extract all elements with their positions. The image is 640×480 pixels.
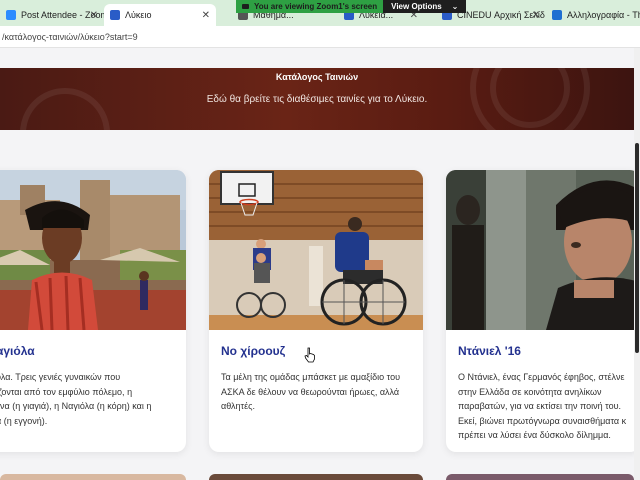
close-tab-icon[interactable]: ✕ — [90, 10, 98, 21]
description-line: α (η εγγονή). — [0, 415, 48, 426]
tab-mail[interactable]: Αλληλογραφία - Theo — [546, 4, 640, 26]
film-poster-nagiola — [0, 170, 186, 330]
close-tab-icon[interactable]: ✕ — [202, 10, 210, 21]
page-title: Κατάλογος Ταινιών — [275, 72, 359, 82]
zoom-status: You are viewing Zoom1's screen — [236, 0, 384, 13]
tab-lykeio[interactable]: Λύκειο ✕ — [104, 4, 216, 26]
film-description: όλα. Τρεις γενιές γυναικών που ίζονται α… — [0, 370, 186, 428]
hand-pointer-icon — [304, 347, 315, 363]
description-line: πρέπει να λύσει ένα δύσκολο δίλημμα. — [458, 430, 611, 440]
film-card-next-row[interactable] — [446, 474, 634, 480]
film-card-next-row[interactable] — [0, 474, 186, 480]
film-poster-no-heroes — [209, 170, 423, 330]
view-options-label: View Options — [391, 2, 442, 11]
description-line: ΑΣΚΑ δε θέλουν να θεωρούνται ήρωες, αλλά — [221, 386, 400, 397]
film-card-nagiola[interactable]: αγιόλα όλα. Τρεις γενιές γυναικών που ίζ… — [0, 170, 186, 452]
url-text: /κατάλογος-ταινιών/λύκειο?start=9 — [2, 31, 138, 42]
film-title[interactable]: αγιόλα — [0, 344, 35, 358]
film-poster-daniel-16 — [446, 170, 640, 330]
cinedu-favicon-icon — [110, 10, 120, 20]
description-line: στην Ελλάδα σε κοινότητα ανηλίκων — [458, 386, 602, 397]
film-description: Τα μέλη της ομάδας μπάσκετ με αμαξίδιο τ… — [221, 370, 419, 414]
description-line: παραβατών, για να εκτίσει την ποινή του. — [458, 401, 621, 411]
film-card-no-heroes[interactable]: Νο χίρoουζ Τα μέλη της ομάδας μπάσκετ με… — [209, 170, 423, 452]
zoom-share-banner: You are viewing Zoom1's screen View Opti… — [236, 0, 467, 13]
tab-label: Λύκειο — [125, 10, 152, 20]
description-line: ένα (η γιαγιά), η Ναγιόλα (η κόρη) και η — [0, 401, 152, 411]
film-description: Ο Ντάνιελ, ένας Γερμανός έφηβος, στέλνε … — [458, 370, 640, 443]
screen: Post Attendee - Zoom ✕ Λύκειο ✕ Μαθημα..… — [0, 0, 640, 480]
close-tab-icon[interactable]: ✕ — [532, 10, 540, 21]
zoom-favicon-icon — [6, 10, 16, 20]
hero-banner: Κατάλογος Ταινιών Εδώ θα βρείτε τις διαθ… — [0, 68, 634, 130]
view-options-button[interactable]: View Options ⌄ — [383, 0, 467, 13]
film-card-next-row[interactable] — [209, 474, 423, 480]
description-line: όλα. Τρεις γενιές γυναικών που — [0, 372, 121, 382]
page-scrollbar[interactable] — [634, 48, 640, 480]
scrollbar-thumb[interactable] — [635, 143, 639, 353]
address-bar[interactable]: /κατάλογος-ταινιών/λύκειο?start=9 — [0, 26, 640, 48]
screen-share-icon — [242, 4, 249, 9]
description-line: ίζονται από τον εμφύλιο πόλεμο, η — [0, 386, 133, 397]
description-line: Ο Ντάνιελ, ένας Γερμανός έφηβος, στέλνε — [458, 372, 625, 382]
tab-label: Αλληλογραφία - Theo — [567, 10, 640, 20]
film-title[interactable]: Νο χίρoουζ — [221, 344, 285, 358]
film-title[interactable]: Ντάνιελ '16 — [458, 344, 521, 358]
description-line: Τα μέλη της ομάδας μπάσκετ με αμαξίδιο τ… — [221, 372, 401, 382]
description-line: αθλητές. — [221, 401, 255, 411]
tab-post-attendee[interactable]: Post Attendee - Zoom ✕ — [0, 4, 104, 26]
page-subtitle: Εδώ θα βρείτε τις διαθέσιμες ταινίες για… — [206, 94, 428, 105]
mail-favicon-icon — [552, 10, 562, 20]
zoom-status-text: You are viewing Zoom1's screen — [254, 2, 378, 11]
description-line: Εκεί, βιώνει πρωτόγνωρα συναισθήματα κ — [458, 415, 627, 426]
film-card-daniel-16[interactable]: Ντάνιελ '16 Ο Ντάνιελ, ένας Γερμανός έφη… — [446, 170, 640, 452]
chevron-down-icon: ⌄ — [451, 2, 459, 11]
